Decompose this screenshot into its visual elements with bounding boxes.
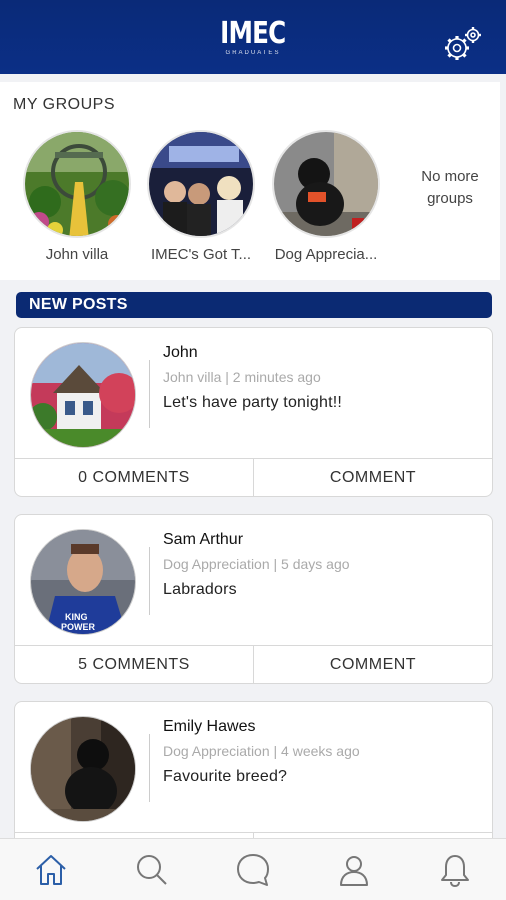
- search-icon: [136, 854, 167, 885]
- svg-text:POWER: POWER: [61, 622, 96, 632]
- divider: [149, 547, 150, 615]
- home-icon: [35, 854, 66, 885]
- nav-messages[interactable]: [202, 839, 303, 900]
- app-logo: IMEC GRADUATES: [213, 15, 293, 56]
- post-meta: Dog Appreciation | 4 weeks ago: [163, 743, 360, 759]
- logo-subtext: GRADUATES: [225, 49, 281, 56]
- nav-home[interactable]: [0, 839, 101, 900]
- bottom-nav: [0, 838, 506, 900]
- no-more-groups-text: No more groups: [421, 168, 479, 207]
- group-item-dog-appreciation[interactable]: Dog Apprecia...: [264, 130, 388, 263]
- gears-icon: [445, 27, 481, 60]
- app-header: IMEC GRADUATES: [0, 0, 506, 74]
- comment-button[interactable]: COMMENT: [253, 459, 492, 496]
- view-comments-button[interactable]: 5 COMMENTS: [15, 646, 253, 683]
- post-avatar[interactable]: [30, 342, 136, 448]
- my-groups-section: MY GROUPS John villa IMEC's Got T... Dog…: [0, 82, 500, 280]
- post-author[interactable]: John: [163, 344, 198, 362]
- post-author[interactable]: Sam Arthur: [163, 531, 243, 549]
- svg-text:KING: KING: [65, 612, 88, 622]
- post-actions: 0 COMMENTS COMMENT: [15, 458, 492, 496]
- comment-button[interactable]: COMMENT: [253, 646, 492, 683]
- post-card: John John villa | 2 minutes ago Let's ha…: [14, 327, 493, 497]
- post-actions: 5 COMMENTS COMMENT: [15, 645, 492, 683]
- bell-icon: [441, 854, 470, 887]
- post-avatar[interactable]: [30, 716, 136, 822]
- view-comments-button[interactable]: 0 COMMENTS: [15, 459, 253, 496]
- group-item-imecs-got-talent[interactable]: IMEC's Got T...: [139, 130, 263, 263]
- post-author[interactable]: Emily Hawes: [163, 718, 255, 736]
- post-meta: Dog Appreciation | 5 days ago: [163, 556, 350, 572]
- group-image: [147, 130, 255, 238]
- nav-profile[interactable]: [304, 839, 405, 900]
- post-meta: John villa | 2 minutes ago: [163, 369, 321, 385]
- group-image: [272, 130, 380, 238]
- post-text: Favourite breed?: [163, 768, 288, 785]
- post-text: Let's have party tonight!!: [163, 394, 343, 411]
- group-name: Dog Apprecia...: [274, 246, 378, 263]
- post-avatar[interactable]: KING POWER: [30, 529, 136, 635]
- nav-notifications[interactable]: [405, 839, 506, 900]
- new-posts-header: NEW POSTS: [16, 292, 492, 318]
- nav-search[interactable]: [101, 839, 202, 900]
- group-item-john-villa[interactable]: John villa: [15, 130, 139, 263]
- post-card: KING POWER Sam Arthur Dog Appreciation |…: [14, 514, 493, 684]
- post-text: Labradors: [163, 581, 237, 598]
- divider: [149, 734, 150, 802]
- divider: [149, 360, 150, 428]
- settings-button[interactable]: [440, 24, 486, 64]
- my-groups-title: MY GROUPS: [13, 96, 115, 113]
- group-name: John villa: [45, 246, 109, 263]
- logo-text: IMEC: [220, 15, 286, 51]
- profile-icon: [340, 855, 369, 886]
- group-name: IMEC's Got T...: [150, 246, 252, 263]
- group-image: [23, 130, 131, 238]
- chat-icon: [237, 853, 269, 886]
